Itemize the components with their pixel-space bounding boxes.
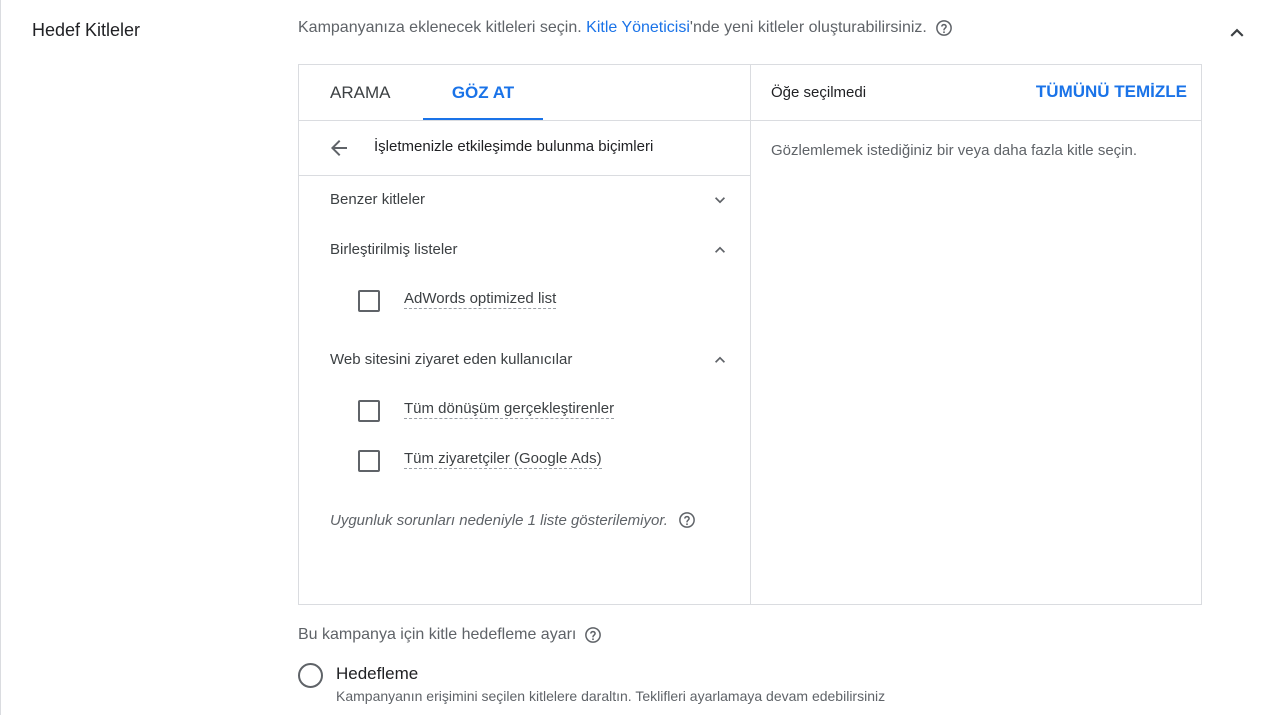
notice-text: Uygunluk sorunları nedeniyle 1 liste gös… [330, 511, 668, 529]
back-button[interactable] [327, 136, 351, 160]
collapse-section-button[interactable] [1224, 20, 1250, 46]
eligibility-notice: Uygunluk sorunları nedeniyle 1 liste gös… [330, 511, 696, 529]
targeting-option-label[interactable]: Hedefleme [336, 664, 418, 684]
category-combined-lists[interactable]: Birleştirilmiş listeler [330, 235, 730, 265]
category-website-visitors[interactable]: Web sitesini ziyaret eden kullanıcılar [330, 345, 730, 375]
breadcrumb-label: İşletmenizle etkileşimde bulunma biçimle… [374, 138, 654, 155]
clear-all-button[interactable]: TÜMÜNÜ TEMİZLE [1036, 82, 1187, 102]
chevron-down-icon [710, 190, 730, 210]
tab-search[interactable]: ARAMA [330, 65, 390, 120]
chevron-up-icon [710, 350, 730, 370]
adwords-optimized-list-checkbox[interactable] [358, 290, 380, 312]
tab-browse[interactable]: GÖZ AT [423, 65, 543, 120]
option-label[interactable]: Tüm ziyaretçiler (Google Ads) [404, 450, 602, 469]
targeting-radio[interactable] [298, 663, 323, 688]
option-label[interactable]: Tüm dönüşüm gerçekleştirenler [404, 400, 615, 419]
section-title: Hedef Kitleler [32, 20, 141, 40]
help-icon[interactable] [584, 626, 602, 644]
targeting-setting-label: Bu kampanya için kitle hedefleme ayarı [298, 626, 602, 644]
chevron-up-icon [1224, 28, 1250, 50]
picker-tabs: ARAMA GÖZ AT [299, 65, 750, 121]
selection-header: Öğe seçilmedi TÜMÜNÜ TEMİZLE [751, 65, 1201, 121]
chevron-up-icon [710, 240, 730, 260]
category-label: Birleştirilmiş listeler [330, 241, 458, 258]
targeting-label-text: Bu kampanya için kitle hedefleme ayarı [298, 626, 577, 643]
selection-column: Öğe seçilmedi TÜMÜNÜ TEMİZLE Gözlemlemek… [751, 65, 1201, 604]
arrow-back-icon [327, 140, 351, 164]
breadcrumb: İşletmenizle etkileşimde bulunma biçimle… [299, 121, 750, 176]
audience-picker: ARAMA GÖZ AT İşletmenizle etkileşimde bu… [298, 64, 1202, 605]
selection-empty-message: Gözlemlemek istediğiniz bir veya daha fa… [771, 142, 1137, 159]
selection-status: Öğe seçilmedi [771, 84, 867, 101]
help-icon[interactable] [935, 19, 953, 37]
browse-column: ARAMA GÖZ AT İşletmenizle etkileşimde bu… [299, 65, 751, 604]
all-visitors-checkbox[interactable] [358, 450, 380, 472]
intro-text: Kampanyanıza eklenecek kitleleri seçin. [298, 19, 582, 36]
all-converters-checkbox[interactable] [358, 400, 380, 422]
category-similar-audiences[interactable]: Benzer kitleler [330, 185, 730, 215]
option-label[interactable]: AdWords optimized list [404, 290, 557, 309]
category-label: Web sitesini ziyaret eden kullanıcılar [330, 351, 573, 368]
section-intro: Kampanyanıza eklenecek kitleleri seçin. … [298, 19, 953, 37]
section-left-border [0, 0, 1, 715]
audience-manager-link[interactable]: Kitle Yöneticisi [586, 19, 690, 37]
audience-section: Hedef Kitleler Kampanyanıza eklenecek ki… [0, 0, 1280, 715]
targeting-option-description: Kampanyanın erişimini seçilen kitlelere … [336, 688, 886, 704]
help-icon[interactable] [678, 511, 696, 529]
intro-text-after: 'nde yeni kitleler oluşturabilirsiniz. [689, 19, 927, 36]
category-label: Benzer kitleler [330, 191, 426, 208]
